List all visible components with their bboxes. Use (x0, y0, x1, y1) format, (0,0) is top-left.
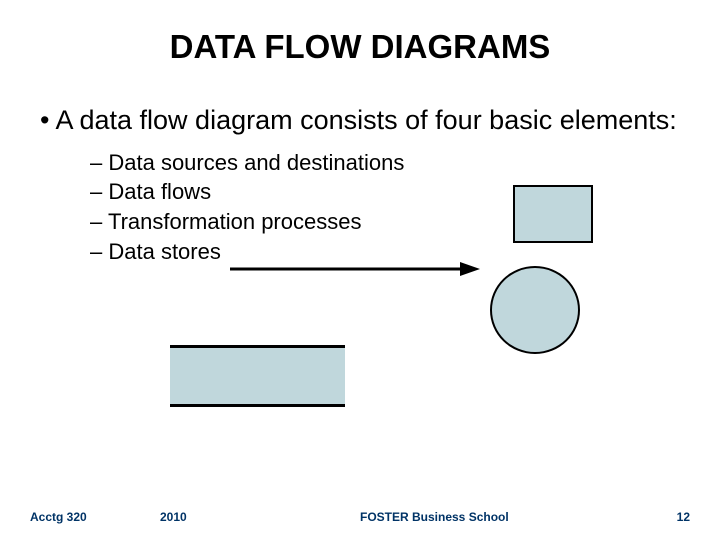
footer-page-number: 12 (677, 510, 690, 524)
sub-item-label: Data sources and destinations (108, 150, 404, 175)
footer-school: FOSTER Business School (360, 510, 509, 524)
sub-item-label: Transformation processes (108, 209, 362, 234)
sub-item: – Data sources and destinations (90, 148, 680, 178)
sub-item-label: Data stores (108, 239, 221, 264)
rectangle-icon (513, 185, 593, 243)
sub-item-label: Data flows (108, 179, 211, 204)
datastore-icon (170, 345, 345, 407)
arrow-icon (230, 259, 480, 279)
footer-year: 2010 (160, 510, 187, 524)
content-area: A data flow diagram consists of four bas… (0, 66, 720, 267)
circle-icon (490, 266, 580, 354)
main-bullet: A data flow diagram consists of four bas… (40, 104, 680, 138)
footer-course: Acctg 320 (30, 510, 87, 524)
slide-title: DATA FLOW DIAGRAMS (0, 0, 720, 66)
